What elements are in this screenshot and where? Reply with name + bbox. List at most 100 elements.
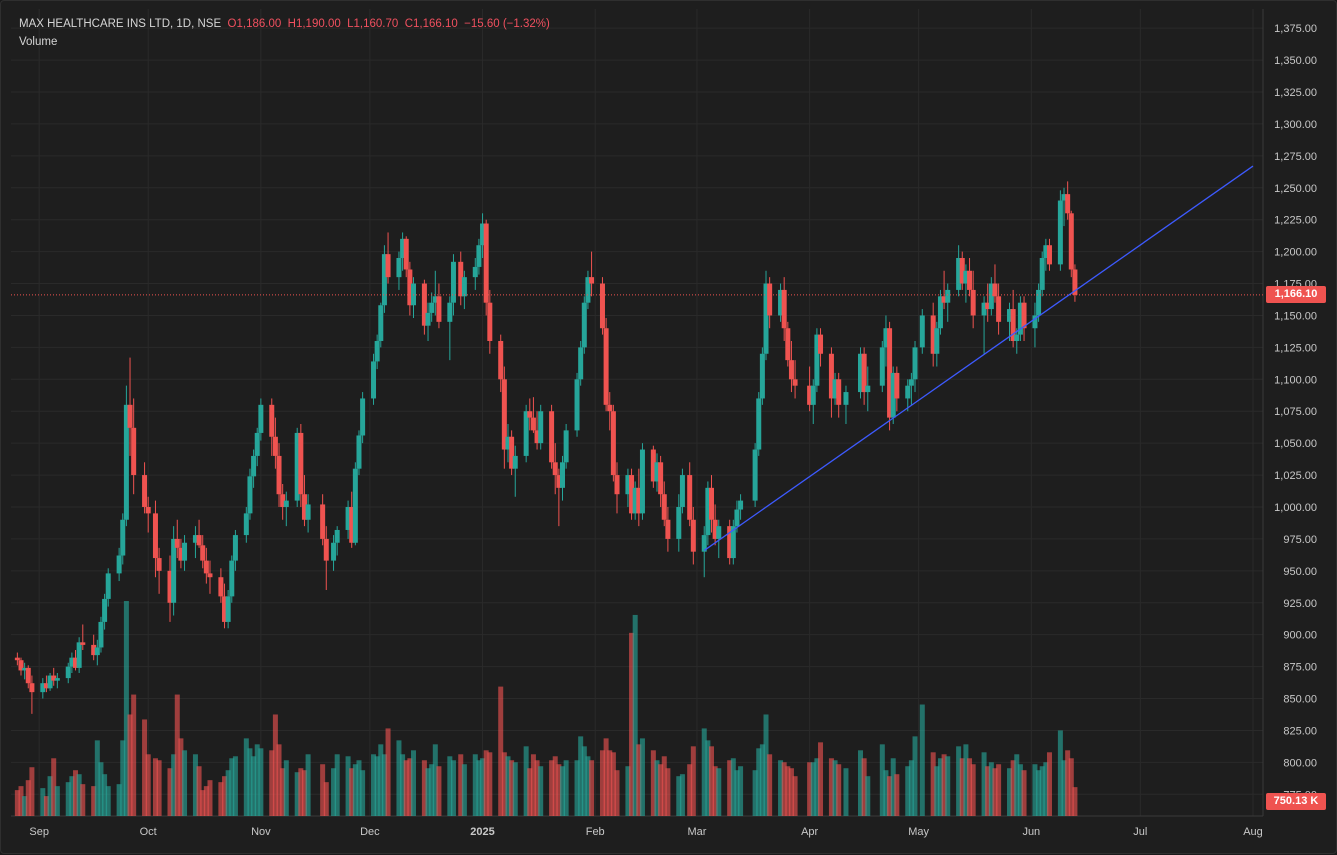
volume-bar (970, 764, 976, 816)
candle-body (98, 621, 104, 648)
low-value: 1,160.70 (353, 18, 399, 30)
y-tick-label: 1,025.00 (1274, 470, 1317, 482)
y-tick-label: 1,375.00 (1274, 23, 1317, 35)
y-tick-label: 925.00 (1283, 598, 1317, 610)
symbol-title[interactable]: MAX HEALTHCARE INS LTD, 1D, NSE (19, 18, 221, 30)
candle-body (679, 475, 685, 507)
candle-body (574, 379, 580, 431)
candle-body (676, 506, 682, 539)
candle-body (374, 340, 380, 362)
candle-body (305, 504, 311, 520)
y-tick-label: 1,200.00 (1274, 247, 1317, 259)
candle-body (530, 417, 536, 431)
y-tick-label: 1,225.00 (1274, 215, 1317, 227)
candle-body (589, 277, 595, 284)
open-label: O (227, 18, 237, 30)
y-tick-label: 1,250.00 (1274, 183, 1317, 195)
close-value: 1,166.10 (413, 18, 458, 30)
ohlc-values: O1,186.00 H1,190.00 L1,160.70 C1,166.10 … (228, 18, 550, 30)
volume-bar (29, 767, 35, 816)
candle-body (912, 347, 918, 380)
volume-bar (912, 736, 918, 816)
volume-bar (385, 728, 391, 816)
candle-body (483, 223, 489, 303)
volume-bar (80, 784, 86, 816)
candle-body (410, 283, 416, 306)
y-tick-label: 1,075.00 (1274, 406, 1317, 418)
chart-panel: 1,375.00 1,350.00 1,325.00 1,300.00 1,275.00… (0, 0, 1337, 854)
candle-body (334, 529, 340, 543)
x-tick-label: Sep (29, 826, 49, 838)
volume-bar (305, 754, 311, 816)
candle-body (970, 289, 976, 316)
y-tick-label: 850.00 (1283, 694, 1317, 706)
candle-body (552, 462, 558, 476)
candle-body (665, 519, 671, 539)
x-tick-label: Feb (586, 826, 605, 838)
volume-bar (818, 742, 824, 816)
candle-body (563, 430, 569, 463)
candle-body (200, 545, 206, 561)
volume-bar (207, 780, 213, 816)
candle-body (320, 504, 326, 539)
volume-bar (182, 750, 188, 816)
candle-body (182, 542, 188, 561)
candlestick-chart[interactable]: 1,375.00 1,350.00 1,325.00 1,300.00 1,275.00… (1, 1, 1337, 855)
volume-bar (450, 760, 456, 816)
candle-body (836, 379, 842, 405)
candle-body (116, 555, 122, 574)
candle-body (258, 404, 264, 433)
volume-bar (538, 766, 544, 816)
candle-body (152, 513, 158, 559)
candle-body (171, 538, 177, 603)
candle-body (607, 404, 613, 412)
candle-body (120, 519, 126, 556)
candle-body (102, 598, 108, 622)
candle-body (781, 289, 787, 329)
y-tick-label: 1,350.00 (1274, 55, 1317, 67)
candle-body (225, 596, 231, 622)
volume-bar (919, 704, 925, 816)
high-value: 1,190.00 (295, 18, 341, 30)
volume-bar (131, 694, 137, 816)
candle-body (785, 328, 791, 361)
candle-body (323, 538, 329, 561)
candle-body (639, 449, 645, 514)
candle-body (610, 411, 616, 476)
volume-bar (614, 770, 620, 816)
volume-bar (836, 764, 842, 816)
candle-body (385, 254, 391, 278)
candle-body (425, 312, 431, 326)
candle-body (1021, 302, 1027, 329)
volume-bar (843, 768, 849, 816)
candle-body (203, 560, 209, 574)
y-tick-label: 1,100.00 (1274, 374, 1317, 386)
symbol-legend: MAX HEALTHCARE INS LTD, 1D, NSE O1,186.0… (19, 18, 550, 30)
y-tick-label: 1,150.00 (1274, 310, 1317, 322)
x-tick-label: Aug (1243, 826, 1263, 838)
candle-body (105, 573, 111, 599)
candle-body (472, 266, 478, 278)
candle-body (476, 245, 482, 267)
candle-body (142, 475, 148, 507)
candle-body (436, 296, 442, 322)
candle-body (145, 506, 151, 514)
candle-body (818, 334, 824, 354)
candle-body (403, 238, 409, 270)
candle-body (243, 513, 249, 536)
volume-bar (283, 760, 289, 816)
x-tick-label: Oct (140, 826, 157, 838)
volume-legend[interactable]: Volume (19, 36, 57, 48)
volume-bar (690, 746, 696, 816)
candle-body (578, 347, 584, 380)
change-value: −15.60 (−1.32%) (464, 18, 550, 30)
candle-body (996, 296, 1002, 322)
volume-bar (512, 762, 518, 816)
candle-body (967, 270, 973, 290)
candle-body (251, 455, 257, 477)
volume-bar (679, 774, 685, 816)
candle-body (247, 476, 253, 514)
volume-bar (145, 754, 151, 816)
volume-bar (996, 764, 1002, 816)
last-price-tag: 1,166.10 (1266, 286, 1326, 304)
